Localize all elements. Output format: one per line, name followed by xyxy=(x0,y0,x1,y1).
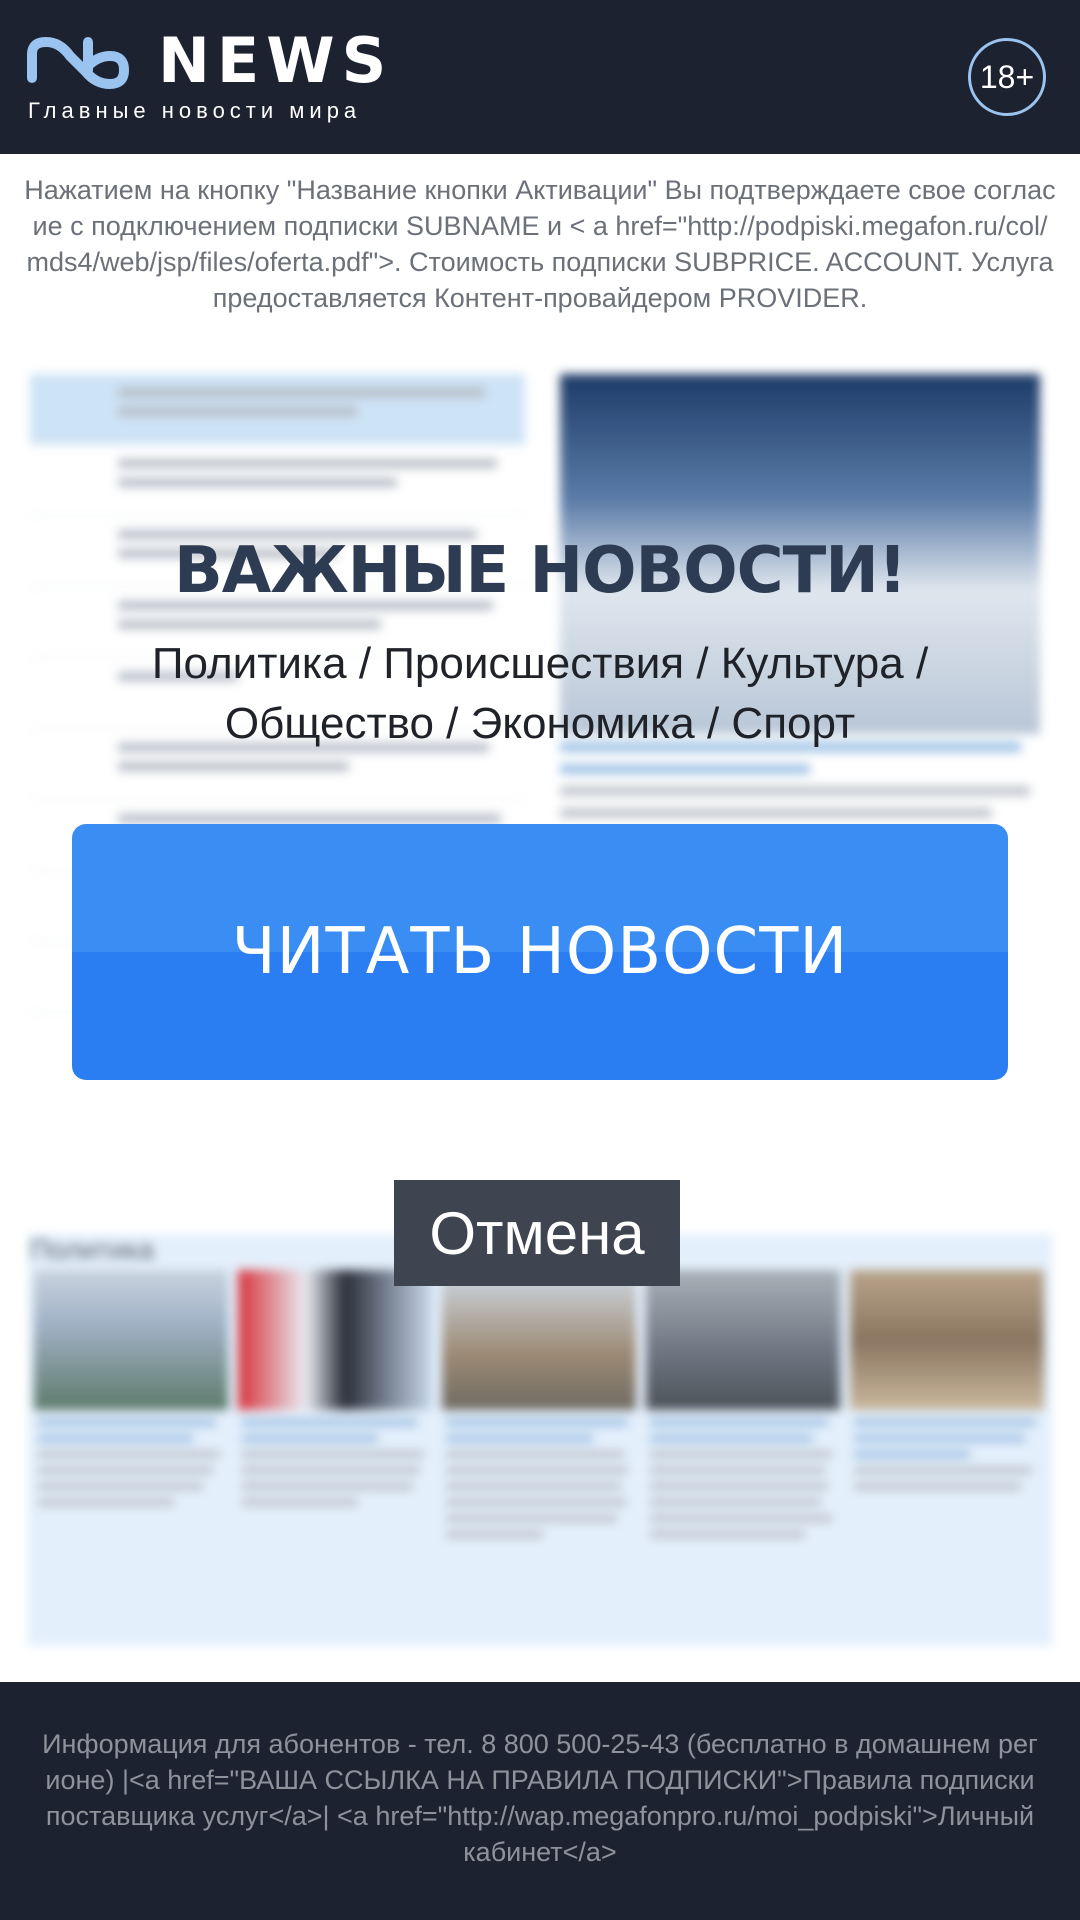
promo-headline: ВАЖНЫЕ НОВОСТИ! xyxy=(173,534,907,608)
subscriber-info-text: Информация для абонентов - тел. 8 800 50… xyxy=(42,1729,1038,1867)
cancel-button[interactable]: Отмена xyxy=(394,1180,680,1286)
list-item xyxy=(30,374,525,445)
news-card xyxy=(34,1270,228,1506)
news-card xyxy=(646,1270,840,1538)
news-card xyxy=(850,1270,1044,1490)
hero-news-caption xyxy=(560,742,1040,830)
news-card xyxy=(442,1270,636,1538)
footer: Информация для абонентов - тел. 8 800 50… xyxy=(0,1682,1080,1920)
promo-categories: Политика / Происшествия / Культура / Общ… xyxy=(151,639,929,748)
news-card xyxy=(238,1270,432,1506)
read-news-button[interactable]: ЧИТАТЬ НОВОСТИ xyxy=(72,824,1008,1080)
section-title: Политика xyxy=(30,1234,154,1265)
politics-section: Политика xyxy=(28,1234,1052,1646)
list-item xyxy=(30,445,525,516)
